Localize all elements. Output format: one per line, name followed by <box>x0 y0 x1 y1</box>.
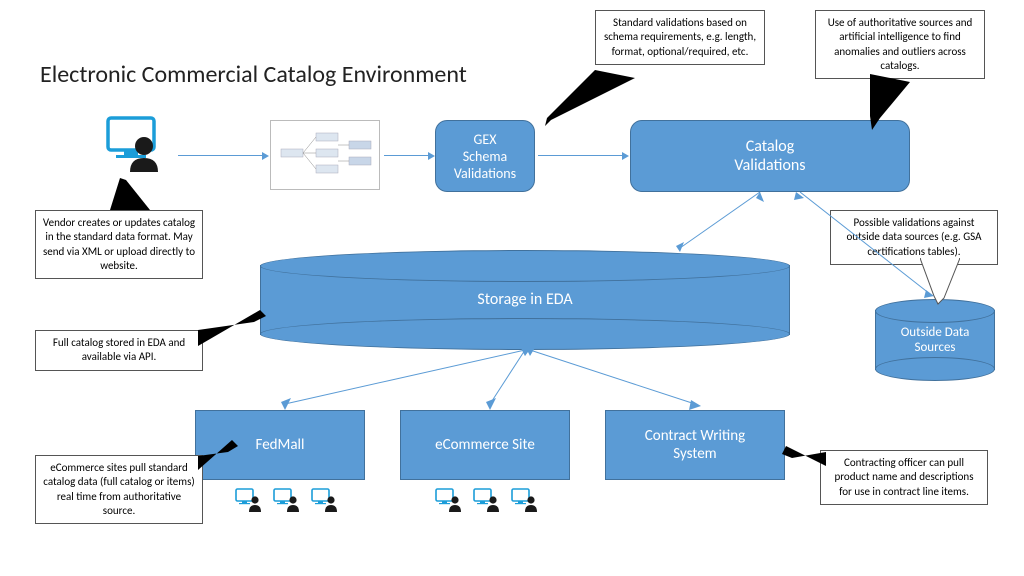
callout-schema: Standard validations based on schema req… <box>595 10 765 65</box>
arrow-icon <box>670 192 850 258</box>
node-cws: Contract Writing System <box>605 410 785 480</box>
node-storage: Storage in EDA <box>260 265 790 335</box>
arrow-icon <box>480 348 540 412</box>
arrow-icon <box>525 348 705 412</box>
user-icons-ecommerce <box>435 488 539 517</box>
storage-label: Storage in EDA <box>261 290 789 309</box>
vendor-icon <box>100 110 170 185</box>
node-outside-data: Outside Data Sources <box>875 310 995 370</box>
callout-ai: Use of authoritative sources and artific… <box>815 10 985 79</box>
node-ecommerce: eCommerce Site <box>400 410 570 480</box>
node-catalog-validations: Catalog Validations <box>630 120 910 192</box>
user-icons-fedmall <box>235 488 339 517</box>
page-title: Electronic Commercial Catalog Environmen… <box>40 60 467 89</box>
node-gex: GEX Schema Validations <box>435 120 535 192</box>
callout-eda: Full catalog stored in EDA and available… <box>35 330 203 371</box>
callout-pull: eCommerce sites pull standard catalog da… <box>35 455 203 524</box>
flowchart-box <box>270 120 380 190</box>
callout-gsa: Possible validations against outside dat… <box>830 210 998 265</box>
arrow-icon <box>384 155 428 156</box>
arrow-icon <box>538 155 622 156</box>
callout-officer: Contracting officer can pull product nam… <box>820 450 988 505</box>
callout-vendor: Vendor creates or updates catalog in the… <box>35 210 203 279</box>
arrow-icon <box>275 348 535 412</box>
node-fedmall: FedMall <box>195 410 365 480</box>
arrow-icon <box>178 155 262 156</box>
outside-label: Outside Data Sources <box>876 325 994 355</box>
